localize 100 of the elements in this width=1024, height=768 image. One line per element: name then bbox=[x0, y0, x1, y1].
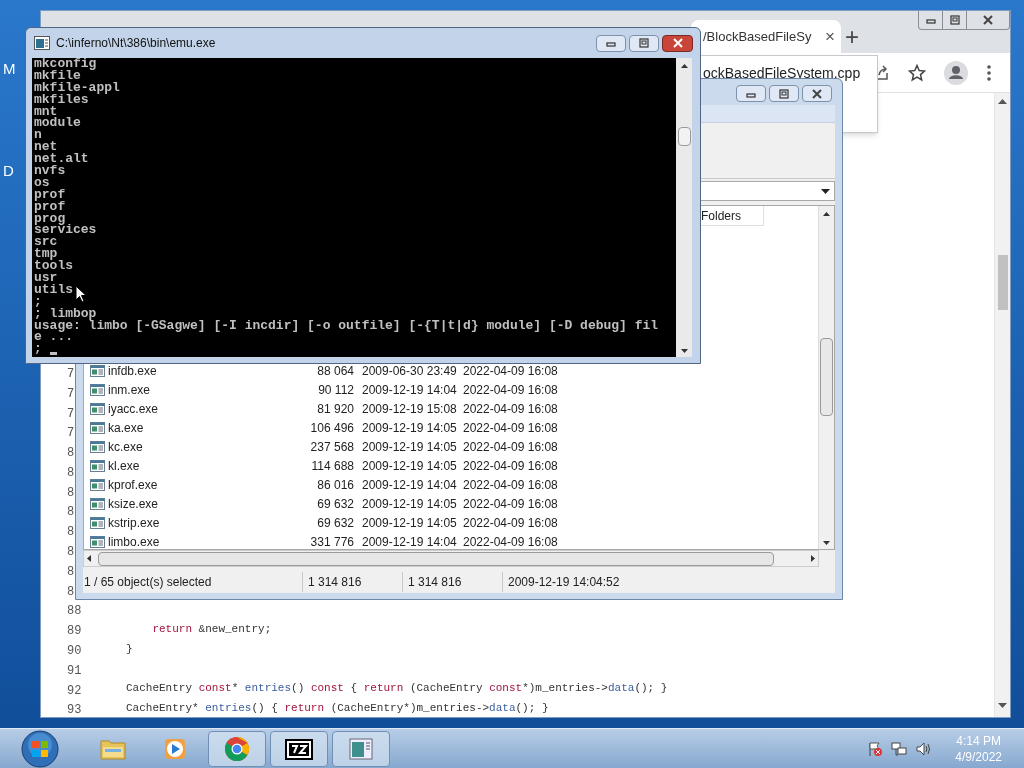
scroll-left-icon[interactable] bbox=[87, 555, 91, 562]
file-name[interactable]: ksize.exe bbox=[108, 494, 258, 513]
star-icon[interactable] bbox=[908, 63, 926, 82]
console-line: tools bbox=[34, 260, 73, 273]
file-name[interactable]: kl.exe bbox=[108, 456, 258, 475]
scroll-down-icon[interactable] bbox=[998, 703, 1007, 709]
close-icon bbox=[670, 37, 685, 49]
maximize-button[interactable] bbox=[769, 85, 799, 102]
table-cell-text: 81 920 bbox=[316, 400, 354, 418]
console-line: mnt bbox=[34, 105, 58, 118]
file-name[interactable]: ka.exe bbox=[108, 418, 258, 437]
line-number: 8 bbox=[67, 465, 75, 480]
code-line: CacheEntry* entries() { return (CacheEntry*)m_entries->data(); } bbox=[126, 701, 549, 717]
code-line: } bbox=[126, 641, 133, 657]
console-line: prog bbox=[34, 212, 66, 225]
line-number: 92 bbox=[67, 683, 82, 698]
desktop-icon-label[interactable]: D bbox=[3, 160, 14, 183]
line-number: 88 bbox=[67, 604, 82, 619]
console-line: tmp bbox=[34, 248, 58, 261]
table-cell-text: 114 688 bbox=[310, 457, 354, 475]
column-header[interactable]: Folders bbox=[701, 206, 764, 226]
file-icon bbox=[90, 440, 105, 453]
volume-icon[interactable] bbox=[915, 740, 932, 757]
console-line: n bbox=[34, 129, 42, 142]
console-line: usage: limbo [-GSagwe] [-I incdir] [-o outfile] [-{T|t|d} module] [-D debug] fil bbox=[34, 319, 659, 332]
code-line: return &new_entry; bbox=[151, 622, 272, 637]
code-line: CacheEntry const* entries() const { return (CacheEntry const*)m_entries->data(); } bbox=[126, 681, 668, 697]
horizontal-scrollbar[interactable] bbox=[83, 550, 819, 567]
table-cell-text: 90 112 bbox=[317, 381, 354, 399]
tab-close-button[interactable]: × bbox=[825, 28, 835, 45]
file-icon bbox=[90, 402, 105, 415]
tab-title: /BlockBasedFileSy bbox=[703, 27, 813, 46]
table-cell-text: 2009-12-19 14:05 bbox=[362, 438, 458, 456]
taskbar-button[interactable] bbox=[270, 730, 328, 767]
file-name[interactable]: kstrip.exe bbox=[108, 513, 258, 532]
console-line: nvfs bbox=[34, 165, 66, 177]
line-number: 93 bbox=[67, 703, 82, 717]
new-tab-button[interactable]: + bbox=[845, 25, 859, 49]
console-line: prof bbox=[34, 200, 66, 213]
scroll-up-icon[interactable] bbox=[998, 98, 1007, 104]
minimize-button[interactable] bbox=[596, 34, 626, 52]
scroll-up-icon[interactable] bbox=[823, 212, 830, 216]
file-name[interactable]: inm.exe bbox=[108, 380, 258, 399]
scroll-down-icon[interactable] bbox=[680, 349, 688, 353]
clock-date: 4/9/2022 bbox=[955, 748, 1002, 765]
file-name[interactable]: limbo.exe bbox=[108, 532, 258, 549]
close-icon bbox=[810, 87, 824, 100]
line-number: 8 bbox=[67, 564, 75, 579]
table-cell-text: 331 776 bbox=[309, 533, 354, 549]
dropdown-caret-icon[interactable] bbox=[821, 188, 830, 194]
file-icon bbox=[90, 421, 105, 434]
file-icon bbox=[90, 364, 105, 377]
file-name[interactable]: kc.exe bbox=[108, 437, 258, 456]
table-cell-text: 2022-04-09 16:08 bbox=[463, 381, 558, 399]
status-text: 1 314 816 bbox=[302, 572, 402, 592]
maximize-icon bbox=[777, 87, 791, 100]
flag-icon[interactable] bbox=[867, 740, 884, 757]
table-cell-text: 69 632 bbox=[316, 514, 354, 532]
scrollbar-thumb[interactable] bbox=[820, 338, 833, 416]
close-button[interactable] bbox=[662, 34, 693, 52]
network-icon[interactable] bbox=[891, 740, 908, 757]
console-icon bbox=[34, 36, 50, 50]
scrollbar[interactable] bbox=[676, 58, 692, 357]
table-cell-text: 2022-04-09 16:08 bbox=[463, 533, 558, 549]
scroll-up-icon[interactable] bbox=[680, 64, 688, 68]
table-cell-text: 106 496 bbox=[309, 419, 354, 437]
scroll-right-icon[interactable] bbox=[811, 555, 815, 562]
desktop-icon-label[interactable]: M bbox=[3, 58, 16, 81]
start-button[interactable] bbox=[20, 728, 60, 768]
line-number: 8 bbox=[67, 545, 75, 560]
table-cell-text: 2022-04-09 16:08 bbox=[463, 495, 558, 513]
close-icon bbox=[981, 14, 995, 26]
scrollbar-thumb[interactable] bbox=[677, 127, 691, 146]
table-cell-text: 2022-04-09 16:08 bbox=[463, 514, 558, 532]
console-line: net.alt bbox=[34, 153, 89, 165]
file-icon bbox=[90, 459, 105, 472]
scrollbar-thumb[interactable] bbox=[997, 255, 1008, 310]
file-name[interactable]: iyacc.exe bbox=[108, 399, 258, 418]
scrollbar-thumb[interactable] bbox=[98, 551, 774, 566]
scrollbar[interactable] bbox=[818, 206, 834, 549]
console-line: mkfile bbox=[34, 69, 81, 82]
table-cell-text: 86 016 bbox=[316, 476, 354, 494]
console-line: prof bbox=[34, 188, 66, 201]
file-name[interactable]: kprof.exe bbox=[108, 475, 258, 494]
console-line: services bbox=[34, 224, 97, 237]
status-text: 1 / 65 object(s) selected bbox=[83, 574, 213, 591]
menu-icon[interactable] bbox=[986, 63, 992, 82]
scrollbar[interactable] bbox=[994, 93, 1010, 717]
console-line: e ... bbox=[34, 331, 73, 344]
line-number: 91 bbox=[67, 663, 82, 678]
close-button[interactable] bbox=[802, 85, 832, 102]
scroll-down-icon[interactable] bbox=[823, 541, 830, 545]
minimize-button[interactable] bbox=[736, 85, 766, 102]
console-line: ; bbox=[34, 295, 42, 308]
file-icon bbox=[90, 516, 105, 529]
browser-tab[interactable]: /BlockBasedFileSy × bbox=[691, 20, 841, 53]
mouse-pointer-icon bbox=[75, 285, 87, 303]
profile-icon[interactable] bbox=[944, 60, 968, 85]
file-name[interactable]: infdb.exe bbox=[108, 361, 258, 380]
path-field[interactable] bbox=[701, 181, 835, 201]
